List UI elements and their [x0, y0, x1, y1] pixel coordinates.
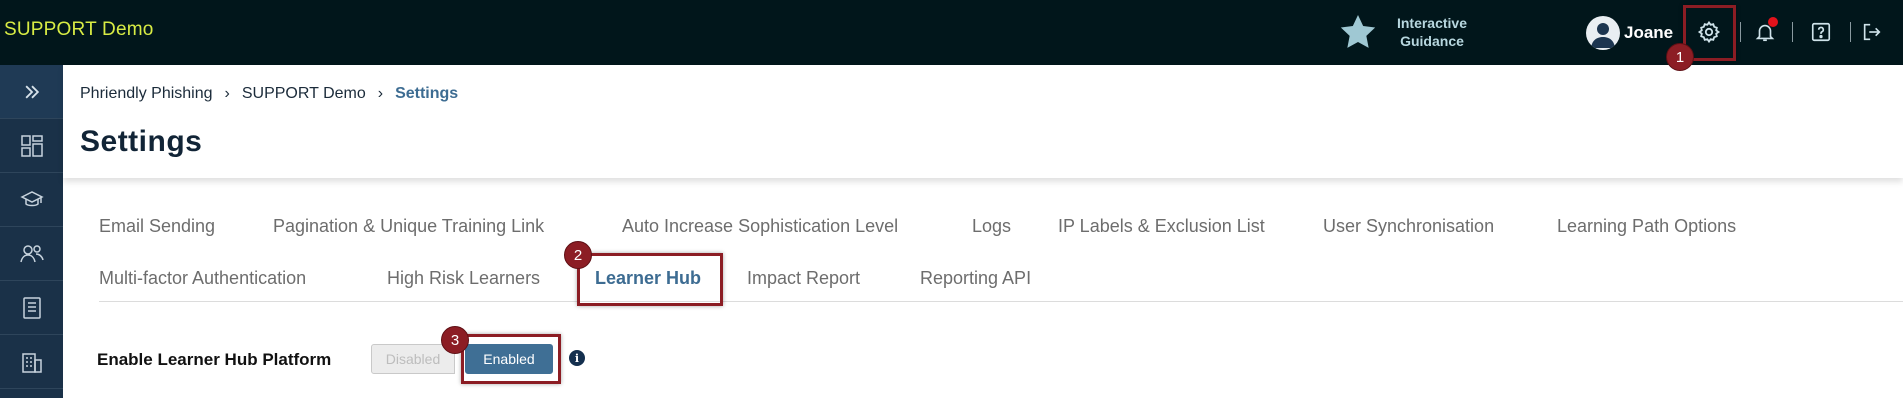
tabs-divider	[99, 301, 1903, 302]
divider	[1740, 22, 1741, 42]
user-avatar-icon	[1591, 23, 1615, 48]
logout-icon	[1863, 23, 1881, 41]
tab-logs[interactable]: Logs	[972, 216, 1011, 237]
sidebar	[0, 65, 63, 398]
highlight-box-enabled	[461, 334, 561, 384]
sidebar-item-users[interactable]	[0, 227, 63, 281]
graduation-cap-icon	[19, 190, 44, 206]
book-icon	[22, 296, 41, 319]
tab-multi-factor-authentication[interactable]: Multi-factor Authentication	[99, 268, 306, 289]
tab-learning-path-options[interactable]: Learning Path Options	[1557, 216, 1736, 237]
sidebar-expand-button[interactable]	[0, 65, 63, 119]
users-icon	[19, 244, 44, 262]
chevron-right-icon: ›	[377, 85, 384, 102]
notification-dot	[1768, 17, 1778, 27]
tab-email-sending[interactable]: Email Sending	[99, 216, 215, 237]
guidance-line-1: Interactive	[1396, 15, 1468, 31]
interactive-guidance-button[interactable]: Interactive Guidance	[1338, 12, 1476, 52]
tab-user-synchronisation[interactable]: User Synchronisation	[1323, 216, 1494, 237]
top-navigation-bar: SUPPORT Demo Interactive Guidance Joane	[0, 0, 1903, 65]
building-icon	[21, 352, 42, 373]
tab-auto-increase-sophistication[interactable]: Auto Increase Sophistication Level	[622, 216, 898, 237]
notifications-button[interactable]	[1750, 17, 1780, 47]
sidebar-item-content[interactable]	[0, 281, 63, 335]
avatar	[1586, 16, 1620, 50]
step-marker-1: 1	[1666, 43, 1694, 71]
step-marker-2: 2	[564, 241, 592, 269]
step-marker-3: 3	[441, 326, 469, 354]
user-name: Joane	[1624, 23, 1674, 42]
info-icon[interactable]: i	[569, 350, 585, 366]
tab-high-risk-learners[interactable]: High Risk Learners	[387, 268, 540, 289]
sidebar-item-dashboard[interactable]	[0, 119, 63, 173]
dashboard-icon	[20, 134, 43, 157]
breadcrumb: Phriendly Phishing › SUPPORT Demo › Sett…	[80, 85, 458, 103]
guidance-line-2: Guidance	[1400, 33, 1464, 49]
brand-name[interactable]: SUPPORT Demo	[4, 19, 154, 41]
sidebar-item-organisation[interactable]	[0, 335, 63, 389]
chevron-right-icon: ›	[224, 85, 230, 102]
star-icon	[1340, 15, 1376, 48]
tab-ip-labels-exclusion-list[interactable]: IP Labels & Exclusion List	[1058, 216, 1265, 237]
disabled-option-button[interactable]: Disabled	[371, 344, 455, 374]
breadcrumb-item[interactable]: SUPPORT Demo	[242, 85, 366, 103]
logout-button[interactable]	[1857, 17, 1887, 47]
highlight-box-learner-hub	[577, 253, 723, 306]
enable-learner-hub-label: Enable Learner Hub Platform	[97, 350, 332, 369]
help-icon	[1811, 22, 1831, 42]
tab-impact-report[interactable]: Impact Report	[747, 268, 860, 289]
divider	[1792, 22, 1793, 42]
page-title: Settings	[80, 125, 203, 158]
divider	[1850, 22, 1851, 42]
sidebar-item-training[interactable]	[0, 173, 63, 227]
breadcrumb-item[interactable]: Phriendly Phishing	[80, 85, 213, 103]
tab-reporting-api[interactable]: Reporting API	[920, 268, 1031, 289]
content-header: Phriendly Phishing › SUPPORT Demo › Sett…	[63, 65, 1903, 178]
user-menu[interactable]: Joane	[1586, 16, 1673, 50]
help-button[interactable]	[1806, 17, 1836, 47]
double-chevron-right-icon	[25, 85, 39, 98]
tab-pagination-unique-training-link[interactable]: Pagination & Unique Training Link	[273, 216, 544, 237]
breadcrumb-current: Settings	[395, 85, 459, 102]
